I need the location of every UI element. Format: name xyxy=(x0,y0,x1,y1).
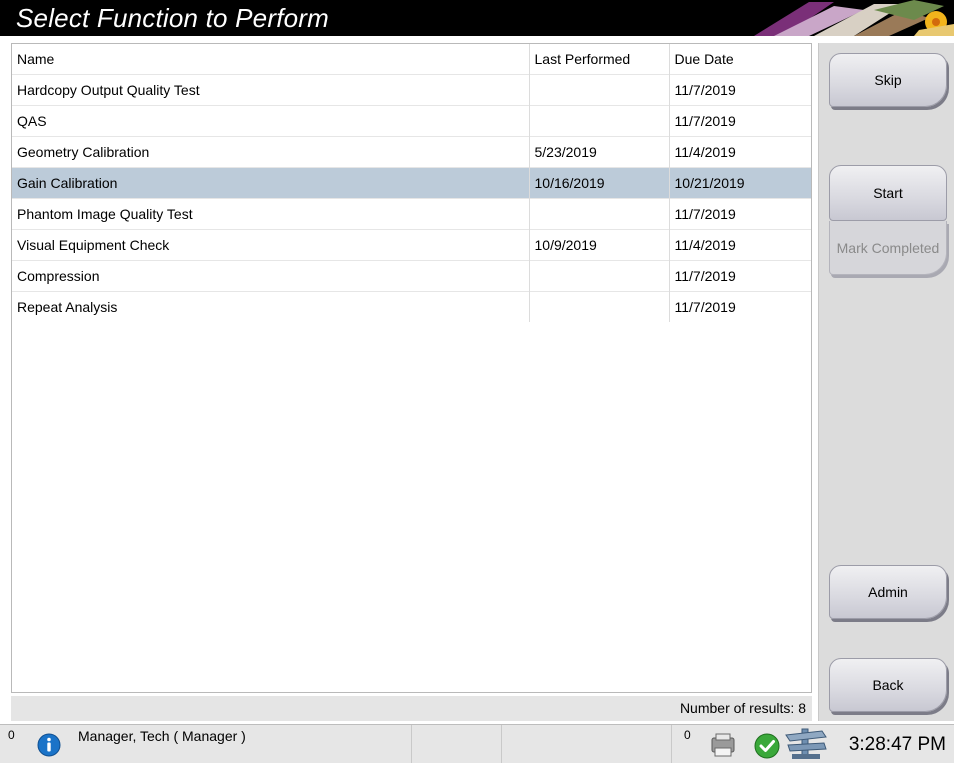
back-button[interactable]: Back xyxy=(829,658,947,712)
row-name: QAS xyxy=(12,104,530,136)
flower-decoration-icon xyxy=(754,0,954,36)
row-last-performed: 10/9/2019 xyxy=(529,228,670,260)
row-due-date: 11/7/2019 xyxy=(669,259,811,291)
row-last-performed xyxy=(529,104,670,136)
check-status-icon[interactable] xyxy=(754,733,780,759)
row-due-date: 11/7/2019 xyxy=(669,73,811,105)
row-name: Compression xyxy=(12,259,530,291)
start-button-group: Start Mark Completed xyxy=(829,165,947,275)
table-header-row: Name Last Performed Due Date xyxy=(12,44,811,74)
system-icon[interactable] xyxy=(782,727,830,761)
row-name: Phantom Image Quality Test xyxy=(12,197,530,229)
row-due-date: 11/4/2019 xyxy=(669,135,811,167)
skip-button[interactable]: Skip xyxy=(829,53,947,107)
row-last-performed xyxy=(529,197,670,229)
action-button-column: Skip Start Mark Completed Admin Back xyxy=(818,43,954,721)
row-name: Geometry Calibration xyxy=(12,135,530,167)
row-last-performed xyxy=(529,259,670,291)
column-header-due-date[interactable]: Due Date xyxy=(669,44,811,74)
column-header-last-performed[interactable]: Last Performed xyxy=(529,44,670,74)
start-button[interactable]: Start xyxy=(829,165,947,221)
row-last-performed: 10/16/2019 xyxy=(529,166,670,198)
status-blank-cell-1 xyxy=(412,725,502,763)
status-blank-cell-2 xyxy=(502,725,672,763)
clock: 3:28:47 PM xyxy=(848,734,946,755)
output-device-icon[interactable] xyxy=(706,731,740,759)
row-due-date: 11/7/2019 xyxy=(669,104,811,136)
table-row[interactable]: Visual Equipment Check 10/9/2019 11/4/20… xyxy=(12,228,811,260)
row-due-date: 11/4/2019 xyxy=(669,228,811,260)
table-row[interactable]: Hardcopy Output Quality Test 11/7/2019 xyxy=(12,73,811,105)
row-last-performed xyxy=(529,290,670,322)
admin-button[interactable]: Admin xyxy=(829,565,947,619)
table-row[interactable]: Phantom Image Quality Test 11/7/2019 xyxy=(12,197,811,229)
column-header-name[interactable]: Name xyxy=(12,44,530,74)
function-table: Name Last Performed Due Date Hardcopy Ou… xyxy=(12,44,811,322)
window-title: Select Function to Perform xyxy=(16,3,329,33)
row-name: Gain Calibration xyxy=(12,166,530,198)
alert-count: 0 xyxy=(8,728,15,742)
info-icon[interactable] xyxy=(37,733,61,757)
mark-completed-button[interactable]: Mark Completed xyxy=(829,221,947,275)
results-bar: Number of results: 8 xyxy=(11,696,812,721)
row-due-date: 11/7/2019 xyxy=(669,290,811,322)
queue-count: 0 xyxy=(684,728,691,742)
table-row-selected[interactable]: Gain Calibration 10/16/2019 10/21/2019 xyxy=(12,166,811,198)
table-row[interactable]: Compression 11/7/2019 xyxy=(12,259,811,291)
row-last-performed xyxy=(529,73,670,105)
table-row[interactable]: Geometry Calibration 5/23/2019 11/4/2019 xyxy=(12,135,811,167)
status-bar: 0 Manager, Tech ( Manager ) 0 3:28:47 PM xyxy=(0,724,954,763)
row-last-performed: 5/23/2019 xyxy=(529,135,670,167)
title-bar: Select Function to Perform xyxy=(0,0,954,36)
row-due-date: 10/21/2019 xyxy=(669,166,811,198)
row-name: Visual Equipment Check xyxy=(12,228,530,260)
table-row[interactable]: Repeat Analysis 11/7/2019 xyxy=(12,290,811,322)
row-name: Repeat Analysis xyxy=(12,290,530,322)
status-system-cell: 0 3:28:47 PM xyxy=(672,725,954,763)
row-name: Hardcopy Output Quality Test xyxy=(12,73,530,105)
status-user-cell[interactable]: 0 Manager, Tech ( Manager ) xyxy=(0,725,412,763)
current-user: Manager, Tech ( Manager ) xyxy=(78,728,246,744)
results-count: Number of results: 8 xyxy=(679,700,806,716)
function-list: Name Last Performed Due Date Hardcopy Ou… xyxy=(11,43,812,693)
table-row[interactable]: QAS 11/7/2019 xyxy=(12,104,811,136)
row-due-date: 11/7/2019 xyxy=(669,197,811,229)
